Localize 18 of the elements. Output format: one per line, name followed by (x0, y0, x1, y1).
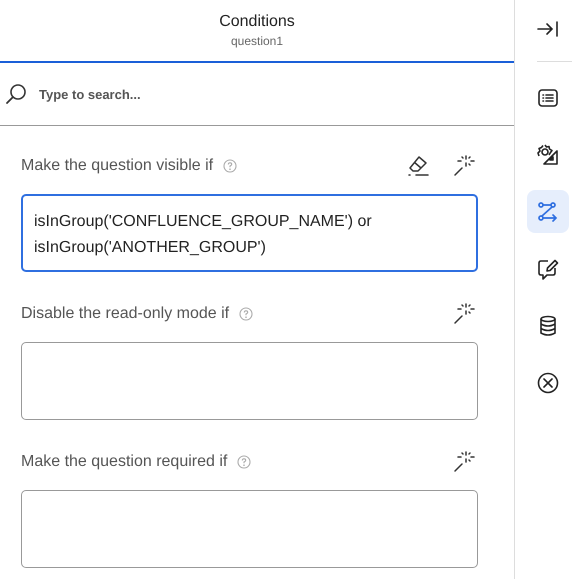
expression-field[interactable] (21, 342, 478, 420)
condition-label: Make the question required if (21, 453, 228, 471)
condition-label: Disable the read-only mode if (21, 305, 230, 323)
magic-wand-icon[interactable] (452, 450, 476, 474)
close-icon (536, 370, 560, 394)
edit-comment-icon (536, 256, 560, 280)
panel-subtitle: question1 (230, 34, 284, 48)
panel-title: Conditions (219, 13, 295, 31)
condition-label: Make the question visible if (21, 157, 214, 175)
search-icon (5, 83, 27, 105)
magic-wand-icon[interactable] (452, 302, 476, 326)
gear-ruler-icon (536, 142, 560, 166)
collapse-icon[interactable] (536, 21, 558, 37)
flow-icon (536, 200, 560, 224)
magic-wand-icon[interactable] (452, 154, 476, 178)
expression-field[interactable] (21, 490, 478, 568)
expression-field[interactable]: isInGroup('CONFLUENCE_GROUP_NAME') or isInGroup('ANOTHER_GROUP') (21, 194, 478, 272)
eraser-icon[interactable] (406, 154, 430, 178)
